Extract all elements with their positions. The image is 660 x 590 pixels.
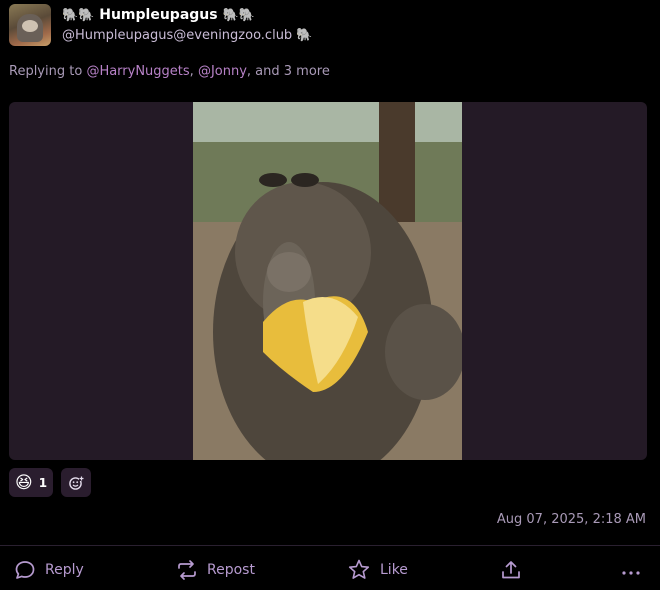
like-label: Like (380, 562, 408, 578)
replying-to: Replying to @HarryNuggets, @Jonny, and 3… (9, 63, 330, 81)
author-names: 🐘🐘 Humpleupagus 🐘🐘 @Humpleupagus@evening… (62, 4, 313, 45)
share-icon (502, 561, 520, 579)
reaction-count: 1 (38, 475, 48, 490)
elephant-emoji-right: 🐘🐘 (222, 8, 255, 23)
add-emoji-icon (69, 475, 85, 490)
post-header: 🐘🐘 Humpleupagus 🐘🐘 @Humpleupagus@evening… (9, 4, 313, 46)
reaction-laughing[interactable]: 😆 1 (9, 468, 54, 497)
star-icon (348, 559, 370, 579)
replying-suffix[interactable]: , and 3 more (247, 64, 330, 79)
elephant-emoji: 🐘 (296, 28, 313, 43)
reply-label: Reply (45, 562, 84, 578)
like-button[interactable]: Like (347, 556, 408, 584)
repost-icon (178, 560, 196, 580)
handle-text: @Humpleupagus@eveningzoo.club (62, 28, 293, 43)
post-timestamp[interactable]: Aug 07, 2025, 2:18 AM (497, 512, 646, 527)
post-media[interactable] (9, 102, 647, 460)
reply-icon (15, 561, 35, 579)
elephant-emoji-left: 🐘🐘 (62, 8, 95, 23)
laughing-emoji: 😆 (15, 472, 33, 493)
reply-button[interactable]: Reply (14, 556, 84, 584)
mention-separator: , (189, 64, 194, 79)
photo-illustration (193, 102, 465, 460)
display-name[interactable]: 🐘🐘 Humpleupagus 🐘🐘 (62, 6, 313, 24)
share-button[interactable] (500, 556, 522, 584)
author-handle[interactable]: @Humpleupagus@eveningzoo.club 🐘 (62, 27, 313, 45)
add-reaction-button[interactable] (61, 468, 92, 497)
mention-jonny[interactable]: @Jonny (198, 64, 247, 79)
action-bar: Reply Repost Like (0, 556, 660, 586)
baboon-photo[interactable] (193, 102, 465, 460)
display-name-text: Humpleupagus (99, 7, 218, 23)
reactions-bar: 😆 1 (9, 468, 92, 497)
repost-label: Repost (207, 562, 255, 578)
more-dots-icon (622, 571, 640, 575)
avatar[interactable] (9, 4, 51, 46)
more-options-button[interactable] (620, 556, 642, 584)
replying-prefix: Replying to (9, 64, 83, 79)
repost-button[interactable]: Repost (176, 556, 255, 584)
divider (0, 545, 660, 546)
mention-harrynuggets[interactable]: @HarryNuggets (86, 64, 189, 79)
